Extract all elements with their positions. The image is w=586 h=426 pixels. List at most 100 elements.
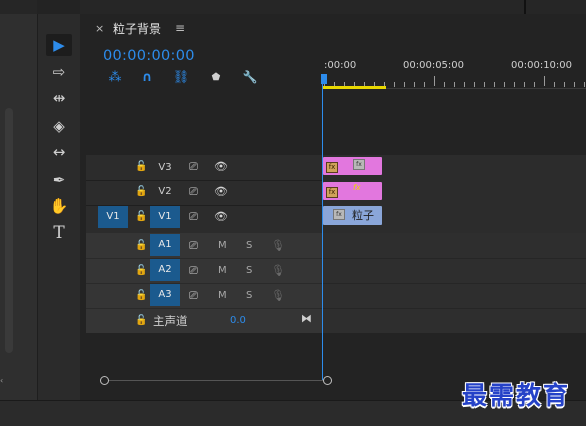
master-volume-value[interactable]: 0.0 [230, 315, 246, 326]
track-output-icon[interactable]: ⎚ [189, 289, 198, 303]
toggle-visibility-eye-icon[interactable]: 👁 [214, 210, 228, 223]
ruler-tick [454, 82, 455, 87]
time-ruler[interactable]: :00:00 00:00:05:00 00:00:10:00 [322, 54, 586, 88]
scrollbar-track[interactable] [104, 380, 330, 381]
track-label-a2[interactable]: A2 [150, 259, 180, 281]
ruler-tick [464, 82, 465, 87]
close-tab-icon[interactable]: × [95, 22, 104, 35]
snap-magnet-icon[interactable]: ∩ [138, 68, 156, 86]
clip-effect-icon: fx [353, 159, 365, 170]
mute-button[interactable]: M [218, 240, 227, 251]
timeline-zoom-scrollbar[interactable] [100, 376, 332, 386]
ruler-tick [524, 82, 525, 87]
divider [86, 180, 322, 181]
selection-tool-icon[interactable]: ▶ [46, 34, 72, 56]
voiceover-mic-icon[interactable]: 🎙 [271, 239, 285, 252]
ruler-tick [554, 82, 555, 87]
ruler-tick [504, 82, 505, 87]
track-lock-icon[interactable]: 🔓 [135, 290, 147, 301]
hand-tool-icon[interactable]: ✋ [46, 195, 72, 217]
divider [86, 258, 322, 259]
ruler-tick [534, 82, 535, 87]
fx-badge-icon: fx [326, 162, 338, 173]
ruler-tick [584, 82, 585, 87]
solo-button[interactable]: S [246, 265, 252, 276]
ruler-tick [564, 82, 565, 87]
track-label-v1[interactable]: V1 [150, 206, 180, 228]
divider [322, 283, 586, 284]
divider [86, 308, 322, 309]
track-lock-icon[interactable]: 🔓 [135, 186, 147, 197]
ruler-tick [394, 82, 395, 87]
ruler-label-0: :00:00 [324, 60, 357, 71]
left-panel-scrollbar[interactable] [5, 108, 13, 353]
track-output-icon[interactable]: ⎚ [189, 210, 198, 224]
left-panel [0, 0, 37, 400]
tools-panel: ▶ ⇨ ⇹ ◈ ↔ ✒ ✋ T [37, 14, 81, 400]
left-panel-header [0, 0, 37, 14]
track-select-tool-icon[interactable]: ⇨ [46, 61, 72, 83]
top-strip-divider [524, 0, 526, 14]
scroll-right-handle[interactable] [323, 376, 332, 385]
work-area-bar[interactable] [323, 86, 386, 89]
source-patch-v1[interactable]: V1 [98, 206, 128, 228]
track-lock-icon[interactable]: 🔓 [135, 161, 147, 172]
solo-button[interactable]: S [246, 290, 252, 301]
fx-badge-icon: fx [326, 187, 338, 198]
toggle-visibility-eye-icon[interactable]: 👁 [214, 160, 228, 173]
clip-v2[interactable]: fx fx [323, 182, 382, 200]
track-label-a3[interactable]: A3 [150, 284, 180, 306]
scroll-left-handle[interactable] [100, 376, 109, 385]
solo-button[interactable]: S [246, 240, 252, 251]
panel-menu-icon[interactable]: ≡ [175, 21, 185, 35]
track-label-a1[interactable]: A1 [150, 234, 180, 256]
clip-v1[interactable]: fx 粒子 [323, 206, 382, 225]
wrench-settings-icon[interactable]: 🔧 [241, 68, 259, 86]
toggle-visibility-eye-icon[interactable]: 👁 [214, 185, 228, 198]
fx-applied-icon: fx [353, 183, 361, 192]
voiceover-mic-icon[interactable]: 🎙 [271, 289, 285, 302]
nest-sequence-icon[interactable]: ⁂ [106, 68, 124, 86]
linked-selection-icon[interactable]: ⛓ [172, 68, 190, 86]
watermark-logo: 最需教育 [462, 381, 571, 410]
track-label-v3[interactable]: V3 [150, 159, 180, 176]
left-panel-marker: ‹ [0, 376, 4, 385]
playhead-line[interactable] [322, 75, 323, 380]
track-output-icon[interactable]: ⎚ [189, 185, 198, 199]
clip-name: 粒子 [352, 209, 374, 222]
ruler-tick [404, 82, 405, 87]
track-lock-icon[interactable]: 🔓 [135, 240, 147, 251]
ruler-tick [444, 82, 445, 87]
divider [86, 283, 322, 284]
track-label-v2[interactable]: V2 [150, 183, 180, 200]
master-end-icon[interactable]: ⧓ [301, 312, 312, 325]
track-output-icon[interactable]: ⎚ [189, 160, 198, 174]
ruler-tick [484, 82, 485, 87]
ripple-edit-tool-icon[interactable]: ⇹ [46, 87, 72, 109]
track-output-icon[interactable]: ⎚ [189, 239, 198, 253]
clip-v3[interactable]: fx fx [323, 157, 382, 175]
ruler-tick [414, 82, 415, 87]
track-lock-icon[interactable]: 🔓 [135, 211, 147, 222]
ruler-tick [474, 82, 475, 87]
mute-button[interactable]: M [218, 290, 227, 301]
master-lock-icon[interactable]: 🔓 [135, 315, 147, 326]
ruler-tick [434, 76, 435, 86]
ruler-tick [514, 82, 515, 87]
top-strip [80, 0, 586, 14]
mute-button[interactable]: M [218, 265, 227, 276]
sequence-tab-title[interactable]: 粒子背景 [113, 20, 161, 37]
razor-tool-icon[interactable]: ◈ [46, 115, 72, 137]
playhead-timecode[interactable]: 00:00:00:00 [103, 48, 195, 64]
divider [322, 258, 586, 259]
track-output-icon[interactable]: ⎚ [189, 264, 198, 278]
ruler-label-10s: 00:00:10:00 [511, 60, 573, 71]
voiceover-mic-icon[interactable]: 🎙 [271, 264, 285, 277]
ruler-tick [574, 82, 575, 87]
track-lock-icon[interactable]: 🔓 [135, 265, 147, 276]
slip-tool-icon[interactable]: ↔ [46, 141, 72, 163]
type-tool-icon[interactable]: T [46, 222, 72, 244]
master-track-label: 主声道 [153, 314, 188, 328]
add-marker-icon[interactable]: ⬟ [207, 68, 225, 86]
pen-tool-icon[interactable]: ✒ [46, 169, 72, 191]
